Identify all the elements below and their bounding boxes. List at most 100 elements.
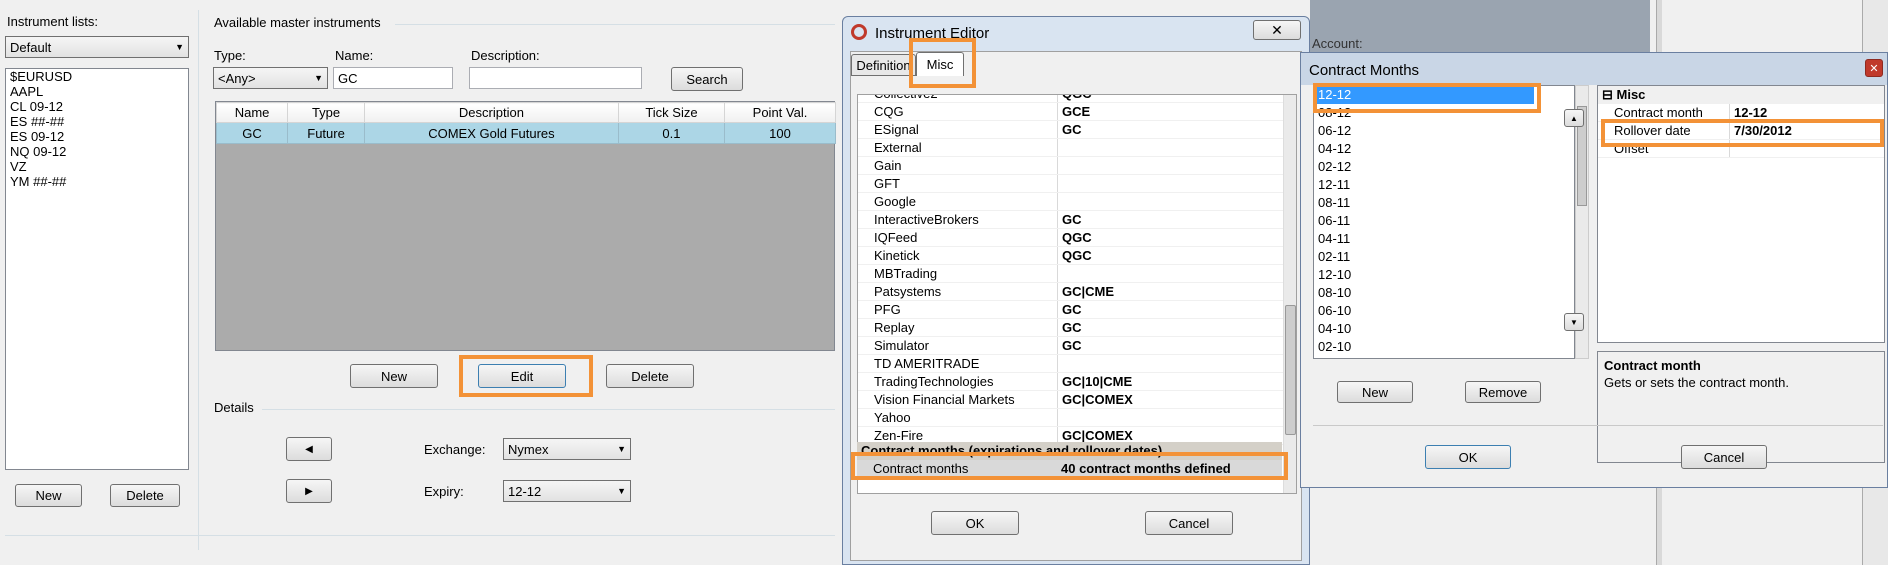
- editor-cancel-button[interactable]: Cancel: [1145, 511, 1233, 535]
- type-select[interactable]: <Any> ▼: [213, 67, 328, 89]
- property-value: GCE: [1062, 104, 1091, 119]
- list-item[interactable]: 08-10: [1314, 284, 1574, 302]
- table-row[interactable]: GC Future COMEX Gold Futures 0.1 100: [215, 122, 836, 144]
- search-button[interactable]: Search: [671, 67, 743, 91]
- list-item[interactable]: 06-11: [1314, 212, 1574, 230]
- list-item[interactable]: 06-10: [1314, 302, 1574, 320]
- property-scrollbar[interactable]: [1283, 95, 1296, 493]
- list-item[interactable]: VZ: [6, 159, 188, 174]
- property-key: Collective2: [858, 95, 1058, 102]
- list-item[interactable]: 04-11: [1314, 230, 1574, 248]
- property-key: Replay: [858, 319, 1058, 336]
- list-item[interactable]: 02-12: [1314, 158, 1574, 176]
- month-remove-button[interactable]: Remove: [1465, 381, 1541, 403]
- instrument-list-select-value: Default: [10, 39, 52, 55]
- list-item[interactable]: 04-12: [1314, 140, 1574, 158]
- edit-button[interactable]: Edit: [478, 364, 566, 388]
- property-row[interactable]: TD AMERITRADE: [858, 355, 1283, 373]
- cm-cancel-button[interactable]: Cancel: [1681, 445, 1767, 469]
- property-row[interactable]: IQFeed QGC: [858, 229, 1283, 247]
- property-key: MBTrading: [858, 265, 1058, 282]
- property-row[interactable]: Patsystems GC|CME: [858, 283, 1283, 301]
- close-icon[interactable]: ✕: [1865, 59, 1883, 77]
- list-item[interactable]: 08-11: [1314, 194, 1574, 212]
- description-input[interactable]: [469, 67, 642, 89]
- details-label: Details: [214, 400, 254, 415]
- list-item[interactable]: ES 09-12: [6, 129, 188, 144]
- col-type[interactable]: Type: [287, 102, 365, 123]
- tab-misc[interactable]: Misc: [916, 52, 964, 76]
- list-item[interactable]: 02-11: [1314, 248, 1574, 266]
- splitter[interactable]: [198, 10, 199, 550]
- close-icon[interactable]: ✕: [1253, 20, 1301, 40]
- property-row[interactable]: GFT: [858, 175, 1283, 193]
- contract-month-list[interactable]: 12-12 08-12 06-12 04-12 02-12 12-11 08-11 06-11…: [1313, 85, 1575, 359]
- property-value: [1058, 175, 1283, 192]
- property-row[interactable]: External: [858, 139, 1283, 157]
- property-row[interactable]: Offset: [1598, 140, 1884, 158]
- tab-definition[interactable]: Definition: [851, 54, 916, 76]
- list-item[interactable]: 06-12: [1314, 122, 1574, 140]
- property-row[interactable]: PFG GC: [858, 301, 1283, 319]
- property-row[interactable]: Contract month 12-12: [1598, 104, 1884, 122]
- list-item[interactable]: 02-10: [1314, 338, 1574, 356]
- exchange-select[interactable]: Nymex ▼: [503, 438, 631, 460]
- list-item[interactable]: NQ 09-12: [6, 144, 188, 159]
- property-row[interactable]: Vision Financial Markets GC|COMEX: [858, 391, 1283, 409]
- list-item[interactable]: AAPL: [6, 84, 188, 99]
- property-key: InteractiveBrokers: [858, 211, 1058, 228]
- master-instruments-grid[interactable]: Name Type Description Tick Size Point Va…: [215, 101, 836, 351]
- scroll-thumb[interactable]: [1285, 305, 1296, 435]
- move-down-button[interactable]: ▼: [1564, 313, 1584, 331]
- move-up-button[interactable]: ▲: [1564, 109, 1584, 127]
- list-item[interactable]: ES ##-##: [6, 114, 188, 129]
- contract-month-property-grid[interactable]: ⊟ Misc Contract month 12-12 Rollover date 7…: [1597, 85, 1885, 343]
- property-row[interactable]: InteractiveBrokers GC: [858, 211, 1283, 229]
- list-item[interactable]: YM ##-##: [6, 174, 188, 189]
- contract-months-row[interactable]: Contract months 40 contract months define…: [857, 460, 1282, 478]
- col-description[interactable]: Description: [363, 102, 619, 123]
- property-row[interactable]: TradingTechnologies GC|10|CME: [858, 373, 1283, 391]
- property-row[interactable]: Yahoo: [858, 409, 1283, 427]
- month-new-button[interactable]: New: [1337, 381, 1413, 403]
- list-item[interactable]: CL 09-12: [6, 99, 188, 114]
- col-name[interactable]: Name: [215, 102, 289, 123]
- cm-ok-button[interactable]: OK: [1425, 445, 1511, 469]
- col-point-value[interactable]: Point Val.: [724, 102, 836, 123]
- property-row[interactable]: Gain: [858, 157, 1283, 175]
- name-input[interactable]: GC: [333, 67, 453, 89]
- list-item[interactable]: 04-10: [1314, 320, 1574, 338]
- list-item[interactable]: 12-10: [1314, 266, 1574, 284]
- property-row[interactable]: Simulator GC: [858, 337, 1283, 355]
- editor-ok-button[interactable]: OK: [931, 511, 1019, 535]
- master-delete-button[interactable]: Delete: [606, 364, 694, 388]
- list-item[interactable]: 12-09: [1314, 356, 1574, 358]
- next-arrow-button[interactable]: ▶: [286, 479, 332, 503]
- prev-arrow-button[interactable]: ◀: [286, 437, 332, 461]
- property-row[interactable]: MBTrading: [858, 265, 1283, 283]
- account-label: Account:: [1312, 36, 1363, 51]
- property-value: GC|COMEX: [1062, 392, 1133, 407]
- list-item[interactable]: 12-11: [1314, 176, 1574, 194]
- list-item[interactable]: 08-12: [1314, 104, 1574, 122]
- list-delete-button[interactable]: Delete: [110, 484, 180, 507]
- list-item[interactable]: 12-12: [1314, 86, 1534, 104]
- property-row[interactable]: Rollover date 7/30/2012: [1598, 122, 1884, 140]
- property-row[interactable]: Replay GC: [858, 319, 1283, 337]
- property-row[interactable]: Google: [858, 193, 1283, 211]
- collapse-icon[interactable]: ⊟: [1602, 87, 1617, 102]
- property-row[interactable]: Collective2QGC: [858, 95, 1283, 103]
- list-new-button[interactable]: New: [15, 484, 82, 507]
- master-new-button[interactable]: New: [350, 364, 438, 388]
- list-item[interactable]: $EURUSD: [6, 69, 188, 84]
- property-row[interactable]: ESignal GC: [858, 121, 1283, 139]
- property-grid[interactable]: Collective2QGCCQGGCEESignalGCExternalGai…: [857, 94, 1297, 494]
- instrument-list[interactable]: $EURUSD AAPL CL 09-12 ES ##-## ES 09-12 NQ 09…: [5, 68, 189, 470]
- instrument-list-select[interactable]: Default ▼: [5, 36, 189, 58]
- dialog-divider: [1313, 425, 1883, 426]
- col-tick-size[interactable]: Tick Size: [617, 102, 726, 123]
- property-row[interactable]: Kinetick QGC: [858, 247, 1283, 265]
- instrument-editor-window: Instrument Editor ✕ Definition Misc Coll…: [842, 16, 1310, 565]
- property-row[interactable]: CQG GCE: [858, 103, 1283, 121]
- expiry-select[interactable]: 12-12 ▼: [503, 480, 631, 502]
